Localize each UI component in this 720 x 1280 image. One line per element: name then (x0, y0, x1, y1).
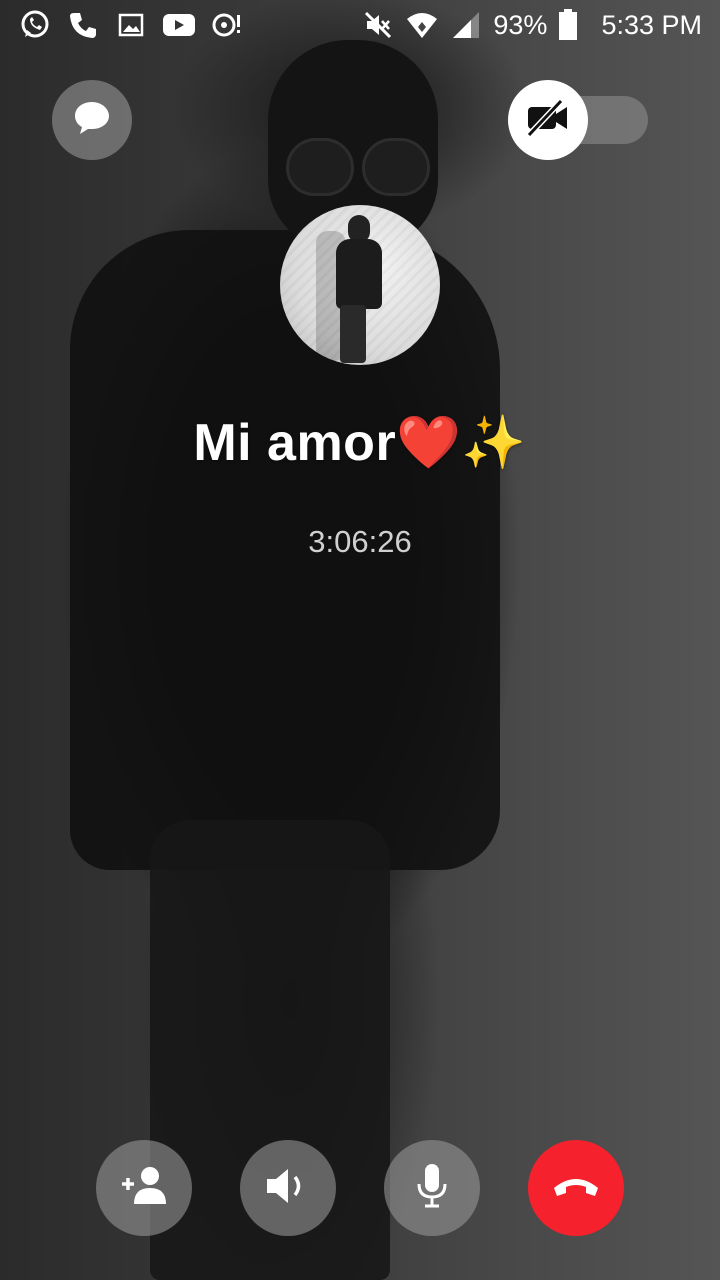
whatsapp-icon (18, 8, 52, 42)
contact-avatar (280, 205, 440, 365)
call-duration: 3:06:26 (308, 524, 412, 559)
speaker-button[interactable] (240, 1140, 336, 1236)
wifi-icon (405, 8, 439, 42)
phone-icon (66, 8, 100, 42)
hang-up-icon (552, 1172, 600, 1205)
chat-button[interactable] (52, 80, 132, 160)
signal-icon (449, 8, 483, 42)
background-sunglasses (282, 138, 432, 198)
add-person-button[interactable] (96, 1140, 192, 1236)
speaker-icon (264, 1164, 312, 1213)
background-photo (0, 0, 720, 1280)
add-person-icon (118, 1164, 170, 1213)
clock: 5:33 PM (601, 9, 702, 40)
mute-button[interactable] (384, 1140, 480, 1236)
microphone-icon (414, 1162, 450, 1215)
media-notification-icon (210, 8, 244, 42)
battery-percent: 93% (493, 9, 548, 40)
status-bar: 93% 5:33 PM (0, 0, 720, 50)
chat-bubble-icon (72, 98, 112, 143)
battery-icon (557, 8, 579, 42)
video-toggle-knob[interactable] (508, 80, 588, 160)
mute-icon (361, 8, 395, 42)
end-call-button[interactable] (528, 1140, 624, 1236)
video-off-icon (525, 98, 571, 143)
youtube-icon (162, 8, 196, 42)
gallery-icon (114, 8, 148, 42)
contact-name: Mi amor❤️✨ (193, 414, 527, 472)
